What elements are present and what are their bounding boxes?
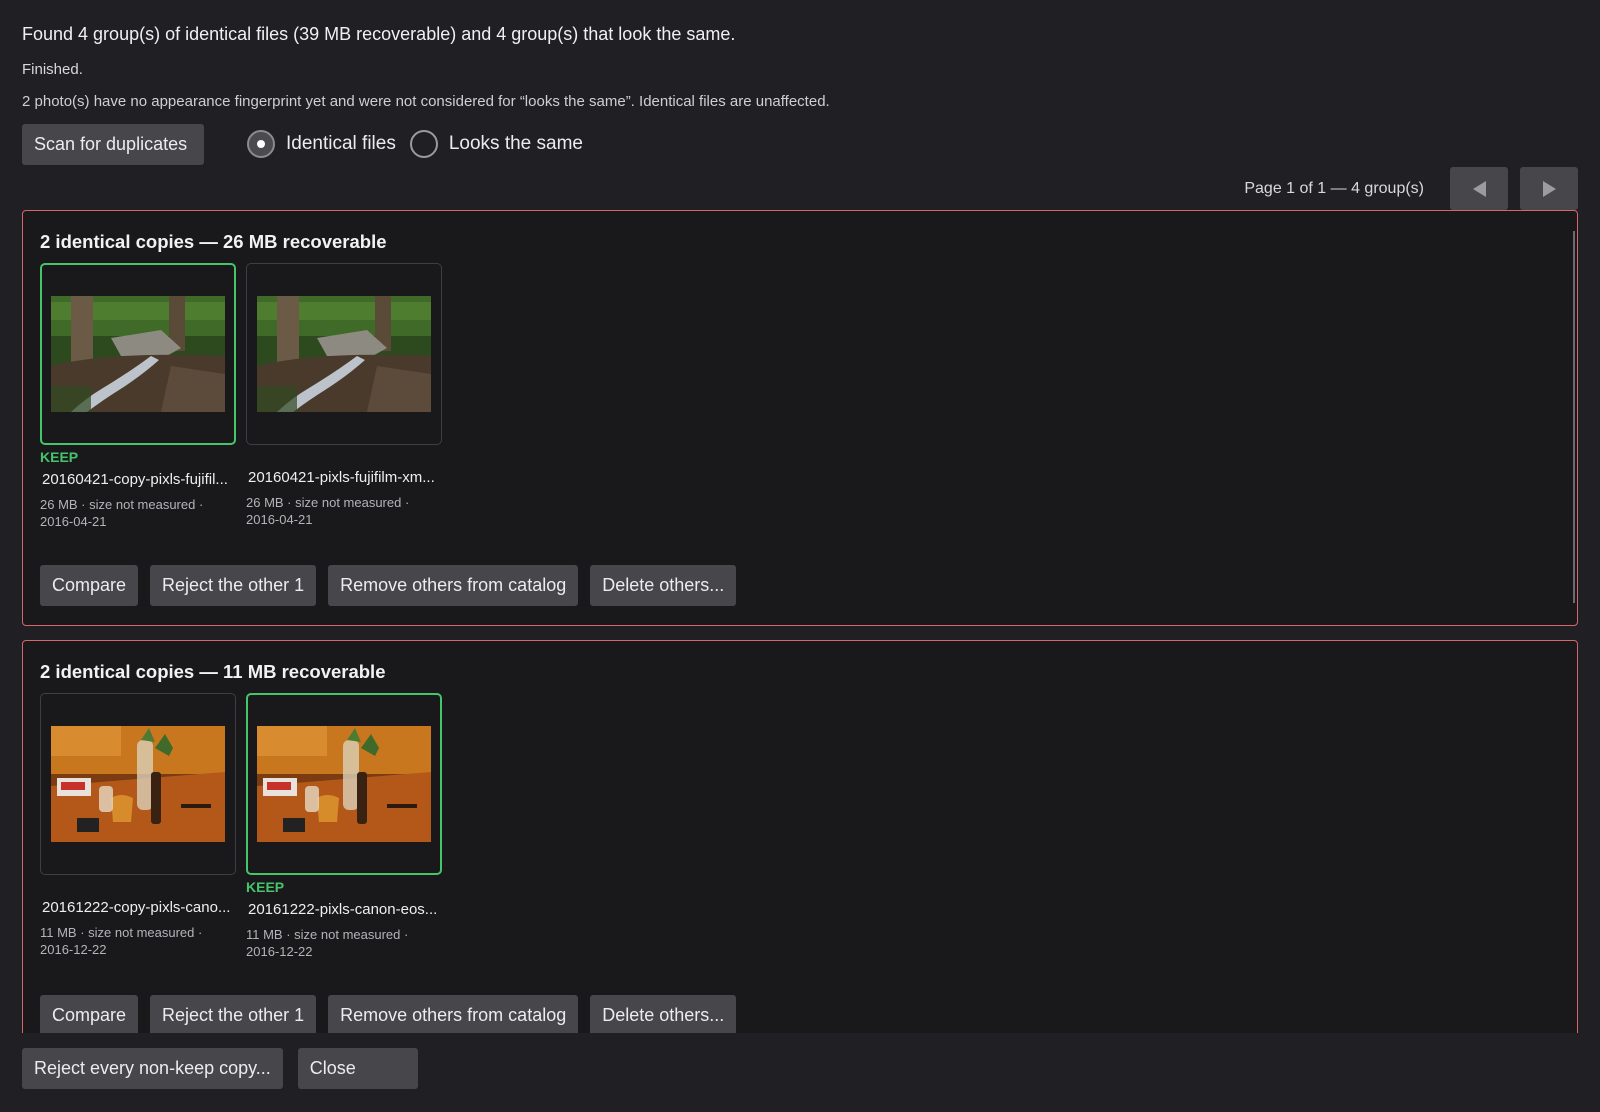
file-meta: 11 MB · size not measured · 2016-12-22 [40,925,203,957]
scan-summary: Found 4 group(s) of identical files (39 … [22,24,736,44]
reject-other-button[interactable]: Reject the other 1 [150,565,317,606]
group-actions: Compare Reject the other 1 Remove others… [40,565,748,606]
triangle-right-icon [1542,180,1556,197]
duplicate-finder-dialog: Found 4 group(s) of identical files (39 … [0,0,1600,1112]
duplicate-group: 2 identical copies — 26 MB recoverable K… [22,210,1578,626]
compare-button[interactable]: Compare [40,565,139,606]
looks-the-same-radio[interactable]: Looks the same [409,130,583,158]
file-thumbnail-keep[interactable] [40,263,236,445]
reject-other-button[interactable]: Reject the other 1 [150,995,317,1033]
keep-label: KEEP [40,449,79,465]
delete-others-button[interactable]: Delete others... [590,565,737,606]
remove-others-from-catalog-button[interactable]: Remove others from catalog [328,995,579,1033]
file-thumbnail[interactable] [40,693,236,875]
fingerprint-notice: 2 photo(s) have no appearance fingerprin… [22,93,830,110]
match-mode-radio-group: Identical files Looks the same [247,130,597,158]
waterfall-forest-photo [51,296,225,412]
pagination: Page 1 of 1 — 4 group(s) [1244,167,1578,210]
file-name: 20161222-copy-pixls-cano... [42,899,231,916]
delete-others-button[interactable]: Delete others... [590,995,737,1033]
radio-unselected-icon [409,130,438,158]
file-meta: 26 MB · size not measured · 2016-04-21 [246,495,410,527]
reject-every-non-keep-button[interactable]: Reject every non-keep copy... [22,1048,283,1089]
duplicate-group: 2 identical copies — 11 MB recoverable 2… [22,640,1578,1033]
waterfall-forest-photo [257,296,431,412]
table-bottles-photo [51,726,225,842]
file-name: 20160421-copy-pixls-fujifil... [42,471,228,488]
scan-status: Finished. [22,61,83,78]
file-thumbnail[interactable] [246,263,442,445]
table-bottles-photo [257,726,431,842]
next-page-button[interactable] [1520,167,1578,210]
scan-for-duplicates-button[interactable]: Scan for duplicates [22,124,204,165]
keep-label: KEEP [246,879,285,895]
close-button[interactable]: Close [297,1048,418,1089]
remove-others-from-catalog-button[interactable]: Remove others from catalog [328,565,579,606]
group-title: 2 identical copies — 26 MB recoverable [40,231,387,252]
page-indicator: Page 1 of 1 — 4 group(s) [1244,179,1424,197]
file-meta: 26 MB · size not measured · 2016-04-21 [40,497,204,529]
file-name: 20161222-pixls-canon-eos... [248,901,438,918]
triangle-left-icon [1472,180,1486,197]
dialog-footer: Reject every non-keep copy... Close [22,1048,433,1089]
group-title: 2 identical copies — 11 MB recoverable [40,661,386,682]
group-scrollbar[interactable] [1573,231,1575,603]
previous-page-button[interactable] [1450,167,1508,210]
group-actions: Compare Reject the other 1 Remove others… [40,995,748,1033]
file-thumbnail-keep[interactable] [246,693,442,875]
file-name: 20160421-pixls-fujifilm-xm... [248,469,435,486]
duplicate-groups-list[interactable]: 2 identical copies — 26 MB recoverable K… [22,210,1578,1033]
identical-files-label: Identical files [286,133,396,154]
radio-selected-icon [247,130,275,158]
compare-button[interactable]: Compare [40,995,139,1033]
file-meta: 11 MB · size not measured · 2016-12-22 [246,927,409,959]
looks-the-same-label: Looks the same [448,133,583,154]
identical-files-radio[interactable]: Identical files [247,130,396,158]
